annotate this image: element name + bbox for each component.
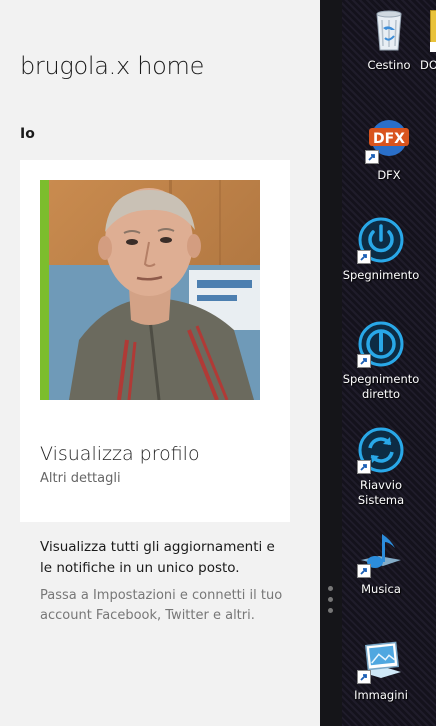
people-app-pane: brugola.x home Io Visualizza profilo Alt…: [0, 0, 320, 726]
avatar: [49, 180, 260, 400]
profile-card[interactable]: Visualizza profilo Altri dettagli: [20, 160, 290, 522]
desktop-icon-direct-shutdown[interactable]: Spegnimento diretto: [342, 320, 424, 402]
updates-description: Visualizza tutti gli aggiornamenti e le …: [40, 539, 275, 576]
desktop-icon-label: Spegnimento diretto: [342, 372, 420, 401]
settings-hint: Passa a Impostazioni e connetti il tuo a…: [40, 588, 283, 623]
recycle-bin-icon: [365, 6, 413, 54]
shortcut-arrow-icon: [357, 250, 371, 264]
desktop-icon-shutdown[interactable]: Spegnimento: [342, 216, 424, 283]
more-details-link[interactable]: Altri dettagli: [40, 471, 121, 486]
shortcut-arrow-icon: [430, 42, 436, 52]
svg-text:DFX: DFX: [373, 131, 405, 147]
desktop-icon-label: DFX: [377, 168, 401, 182]
profile-photo[interactable]: [40, 180, 260, 400]
shortcut-arrow-icon: [357, 564, 371, 578]
desktop-icon-label: Spegnimento: [342, 268, 420, 282]
restart-icon: [357, 426, 405, 474]
desktop-icon-music[interactable]: Musica: [342, 530, 424, 597]
desktop-icon-label: Musica: [361, 582, 401, 596]
app-title: brugola.x home: [20, 52, 205, 80]
shortcut-arrow-icon: [365, 150, 379, 164]
desktop-icon-label: Riavvio Sistema: [357, 478, 405, 507]
desktop-icon-partial[interactable]: DO: [420, 0, 436, 80]
desktop-icon-dfx[interactable]: DFX DFX: [346, 116, 432, 183]
section-title: Io: [20, 126, 35, 142]
shortcut-arrow-icon: [357, 670, 371, 684]
power-direct-icon: [357, 320, 405, 368]
music-note-icon: [357, 530, 405, 578]
pictures-icon: [357, 636, 405, 684]
dfx-icon: DFX: [365, 116, 413, 164]
splitter-grip-icon[interactable]: [328, 586, 334, 616]
desktop-icon-label: Immagini: [354, 688, 408, 702]
power-icon: [357, 216, 405, 264]
desktop-icon-restart[interactable]: Riavvio Sistema: [342, 426, 424, 508]
snap-splitter[interactable]: [320, 0, 342, 726]
photo-accent-bar: [40, 180, 49, 400]
desktop-icon-label: DO: [420, 58, 436, 72]
desktop-icon-pictures[interactable]: Immagini: [342, 636, 424, 703]
shortcut-arrow-icon: [357, 460, 371, 474]
view-profile-link[interactable]: Visualizza profilo: [40, 443, 200, 465]
shortcut-arrow-icon: [357, 354, 371, 368]
desktop-area: Cestino DFX DFX Spegnimento Spegnimento …: [342, 0, 436, 726]
